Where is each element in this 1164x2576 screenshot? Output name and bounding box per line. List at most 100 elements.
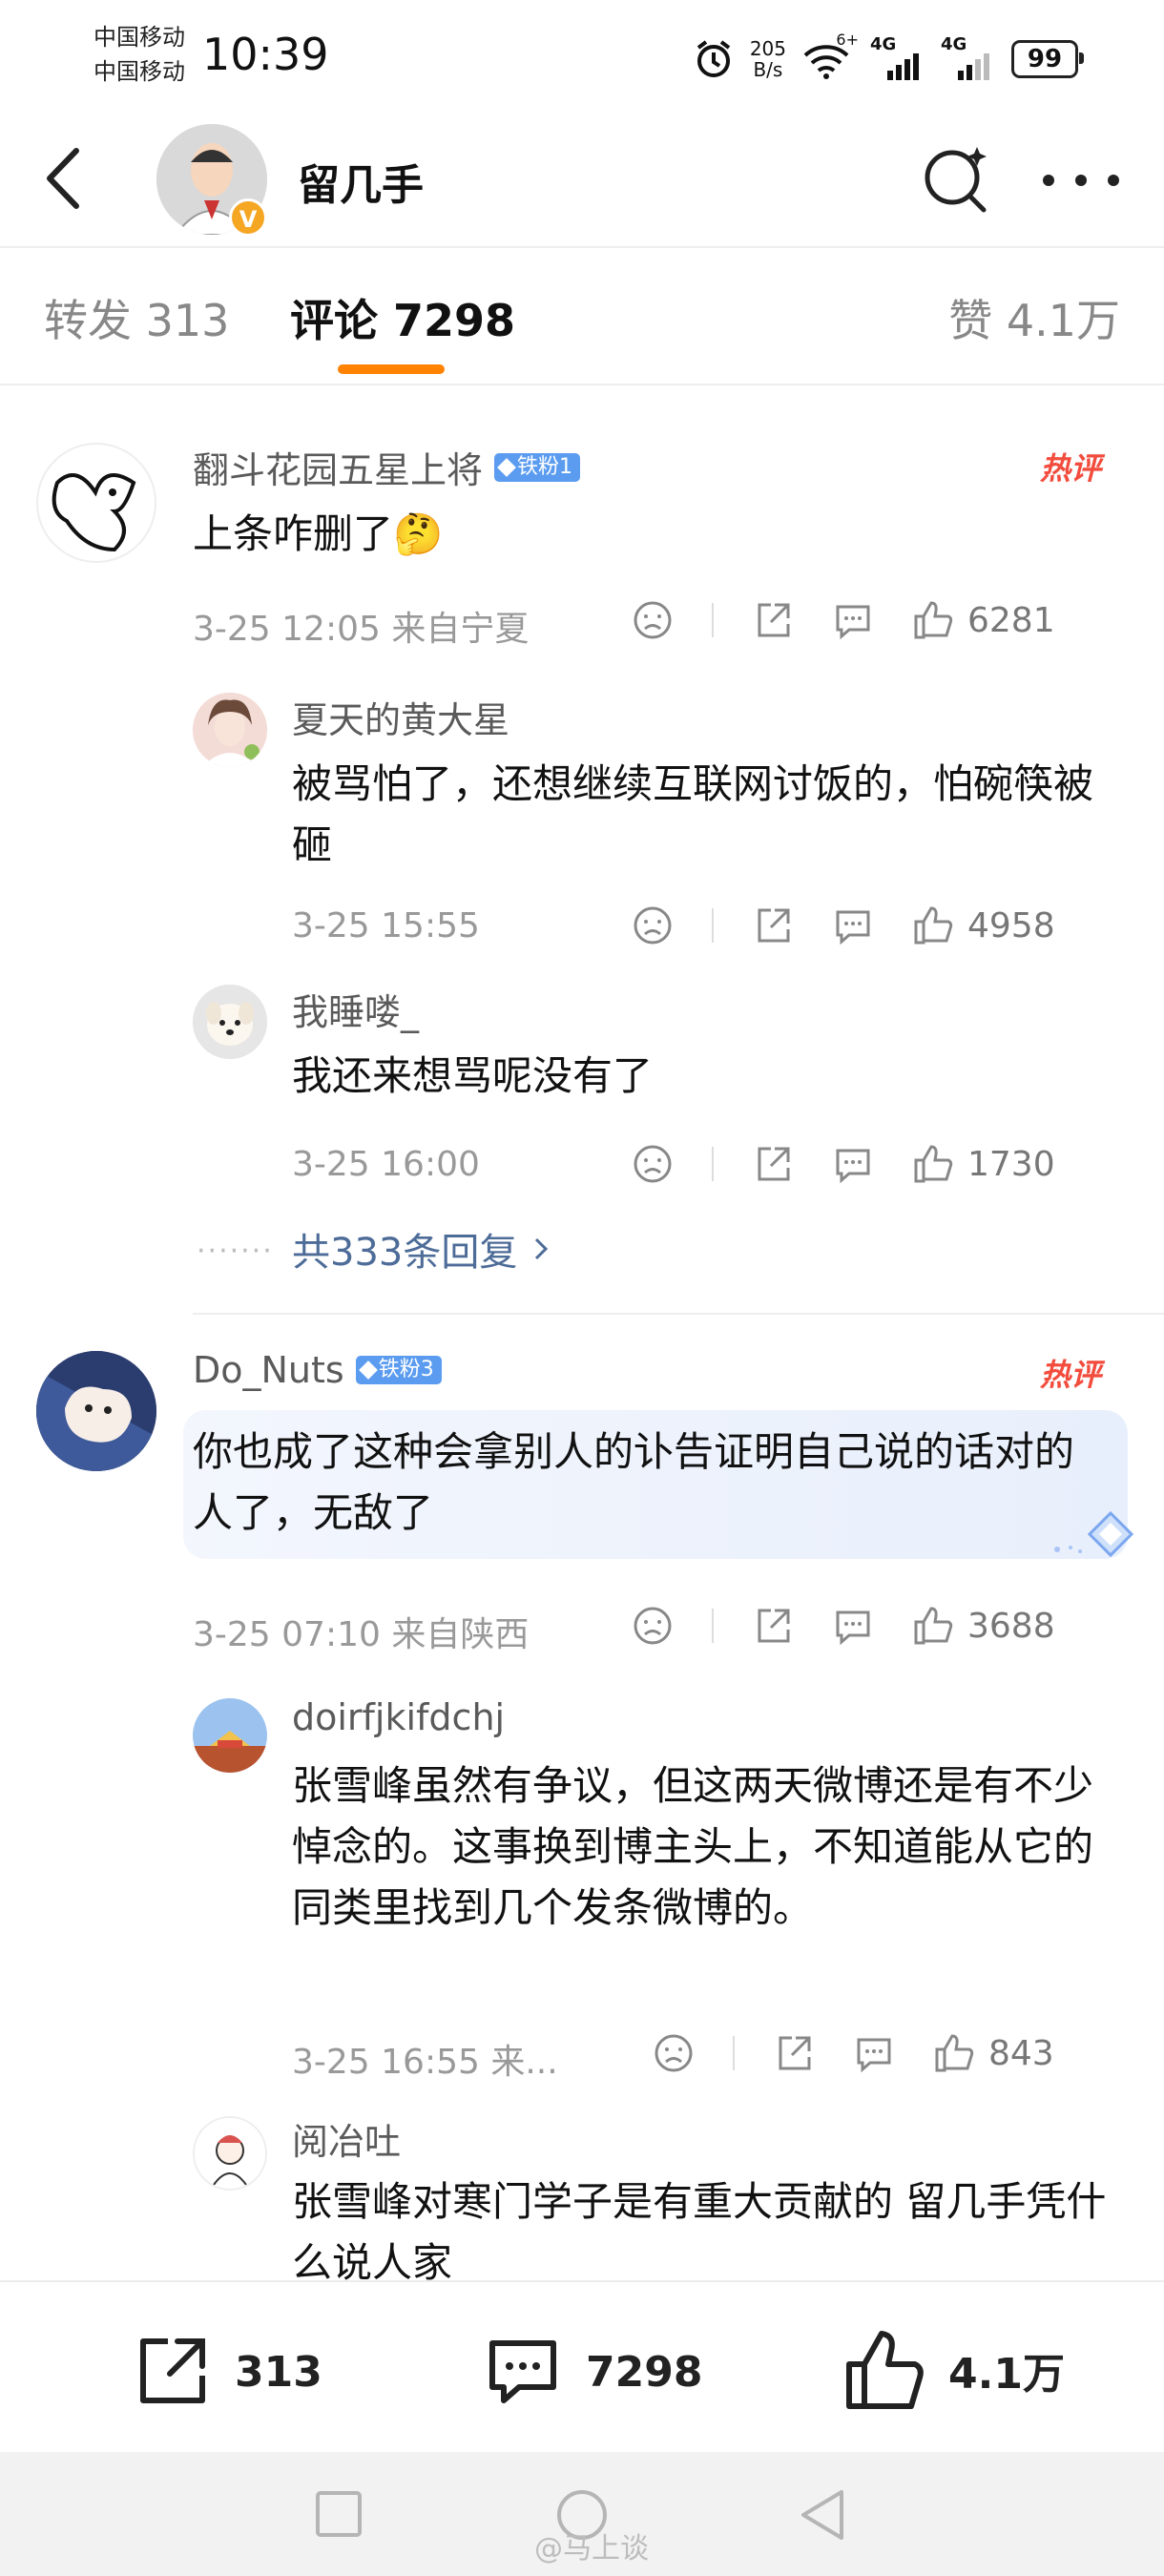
dislike-face-icon[interactable]	[632, 1605, 674, 1647]
like-count: 3688	[967, 1606, 1055, 1646]
reply-meta: 3-25 15:55	[292, 906, 480, 945]
back-nav-icon[interactable]	[798, 2488, 847, 2542]
reply-username[interactable]: 我睡喽_	[292, 983, 419, 1035]
carrier-2: 中国移动	[94, 58, 185, 85]
status-icons: 205 B/s 6+ 4G 4G 99	[693, 31, 1084, 84]
comment-text: 你也成了这种会拿别人的讣告证明自己说的话对的人了，无敌了	[193, 1428, 1075, 1536]
net-speed: 205 B/s	[749, 37, 786, 81]
reply-icon[interactable]	[832, 1605, 874, 1647]
comment-username[interactable]: Do_Nuts	[193, 1349, 344, 1391]
comment-header: 翻斗花园五星上将 铁粉1	[193, 441, 581, 493]
bottom-action-bar: 313 7298 4.1万	[0, 2280, 1164, 2454]
recent-apps-icon[interactable]	[315, 2490, 363, 2538]
share-icon[interactable]	[752, 599, 794, 641]
dislike-face-icon[interactable]	[632, 599, 674, 641]
diamond-icon	[497, 457, 516, 477]
reply-avatar[interactable]	[193, 985, 267, 1059]
reply-avatar[interactable]	[193, 2116, 267, 2191]
comment-meta: 3-25 12:05 来自宁夏	[193, 610, 530, 649]
like-button[interactable]: 843	[933, 2032, 1054, 2074]
more-replies-link[interactable]: 共333条回复	[292, 1221, 550, 1277]
comment-header: Do_Nuts 铁粉3	[193, 1349, 442, 1391]
diamond-icon	[358, 1361, 378, 1380]
comment-avatar[interactable]	[36, 443, 156, 563]
comment-actions: 3688	[632, 1605, 1055, 1647]
reply-icon[interactable]	[832, 599, 874, 641]
reply-actions: 843	[653, 2032, 1054, 2074]
hot-comment-label: 热评	[1040, 1357, 1102, 1393]
battery-indicator: 99	[1011, 40, 1084, 78]
like-count: 4958	[967, 905, 1055, 945]
replies-dots: ·······	[197, 1235, 274, 1268]
tabs-divider	[0, 384, 1164, 385]
tab-repost[interactable]: 转发 313	[44, 286, 229, 349]
more-icon[interactable]	[1042, 174, 1120, 187]
reply-text: 张雪峰虽然有争议，但这两天微博还是有不少悼念的。这事换到博主头上，不知道能从它的…	[292, 1762, 1094, 1931]
reply-meta: 3-25 16:00	[292, 1145, 480, 1184]
reply-text: 张雪峰对寒门学子是有重大贡献的 留几手凭什么说人家	[292, 2178, 1107, 2286]
tab-comments[interactable]: 评论 7298	[290, 286, 515, 349]
comment-text: 上条咋删了🤔	[193, 510, 444, 557]
reply-username[interactable]: doirfjkifdchj	[292, 1696, 505, 1738]
comment-username[interactable]: 翻斗花园五星上将	[193, 441, 483, 493]
reply-icon[interactable]	[853, 2032, 895, 2074]
reply-icon[interactable]	[832, 904, 874, 946]
like-post-button[interactable]: 4.1万	[843, 2328, 1065, 2412]
wifi-icon: 6+	[801, 31, 859, 80]
carrier-1: 中国移动	[94, 24, 185, 51]
back-icon[interactable]	[40, 145, 88, 212]
reply-icon[interactable]	[832, 1143, 874, 1185]
thumbs-up-icon	[846, 2331, 924, 2409]
share-icon[interactable]	[752, 904, 794, 946]
share-icon[interactable]	[752, 1143, 794, 1185]
comment-actions: 6281	[632, 599, 1055, 641]
dislike-face-icon[interactable]	[632, 904, 674, 946]
like-button[interactable]: 4958	[912, 904, 1055, 946]
signal-1-icon: 4G	[870, 34, 925, 80]
like-button[interactable]: 3688	[912, 1605, 1055, 1647]
reply-text: 我还来想骂呢没有了	[292, 1052, 654, 1099]
reply-username[interactable]: 阅冶吐	[292, 2112, 401, 2165]
repost-button[interactable]: 313	[132, 2332, 322, 2412]
status-time: 10:39	[202, 29, 329, 80]
dislike-face-icon[interactable]	[653, 2032, 695, 2074]
tab-likes[interactable]: 赞 4.1万	[948, 286, 1120, 349]
reply-avatar[interactable]	[193, 693, 267, 767]
thumbs-up-icon	[914, 1145, 953, 1183]
thumbs-up-icon	[935, 2034, 974, 2072]
like-button[interactable]: 6281	[912, 599, 1055, 641]
share-icon[interactable]	[752, 1605, 794, 1647]
action-separator	[712, 603, 714, 637]
reply-username[interactable]: 夏天的黄大星	[292, 691, 509, 743]
chevron-right-icon	[535, 1237, 549, 1260]
comment-meta: 3-25 07:10 来自陕西	[193, 1615, 530, 1654]
dislike-face-icon[interactable]	[632, 1143, 674, 1185]
thumbs-up-icon	[914, 1607, 953, 1645]
alarm-icon	[696, 40, 731, 77]
search-icon[interactable]	[922, 141, 990, 214]
share-icon[interactable]	[773, 2032, 815, 2074]
reply-actions: 1730	[632, 1143, 1055, 1185]
reply-actions: 4958	[632, 904, 1055, 946]
like-count: 6281	[967, 600, 1055, 640]
reply-avatar[interactable]	[193, 1698, 267, 1773]
header-divider	[0, 246, 1164, 248]
comment-divider	[193, 1313, 1164, 1315]
like-count: 843	[988, 2033, 1054, 2073]
signal-2-icon: 4G	[941, 34, 996, 80]
action-separator	[712, 1147, 714, 1181]
like-count: 1730	[967, 1144, 1055, 1184]
comment-icon	[489, 2340, 556, 2403]
hot-comment-label: 热评	[1040, 450, 1102, 487]
fan-badge: 铁粉1	[494, 452, 581, 482]
comment-button[interactable]: 7298	[483, 2332, 702, 2412]
comment-avatar[interactable]	[36, 1351, 156, 1471]
thumbs-up-icon	[914, 601, 953, 639]
fan-badge: 铁粉3	[355, 1356, 442, 1384]
reply-text: 被骂怕了，还想继续互联网讨饭的，怕碗筷被砸	[292, 760, 1094, 868]
reply-meta: 3-25 16:55 来...	[292, 2043, 558, 2082]
tab-active-indicator	[338, 364, 445, 374]
like-button[interactable]: 1730	[912, 1143, 1055, 1185]
thumbs-up-icon	[914, 906, 953, 945]
page-title: 留几手	[298, 161, 424, 210]
